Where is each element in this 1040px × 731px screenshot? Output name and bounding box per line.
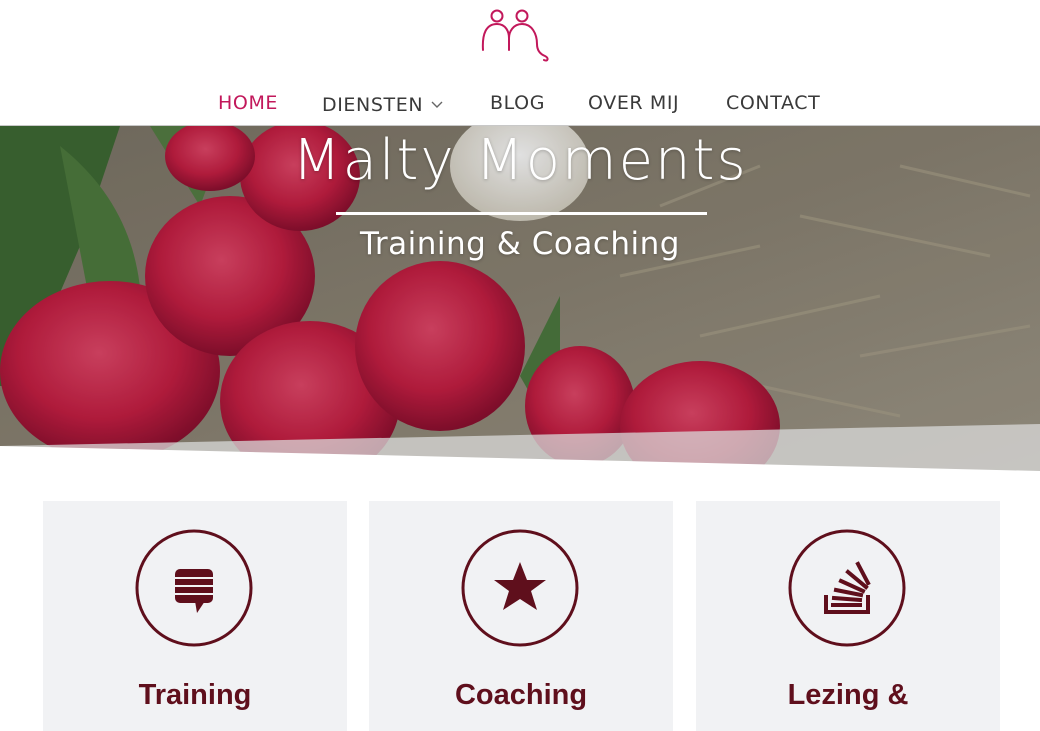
card-title-training: Training: [138, 679, 252, 711]
nav-blog-label: BLOG: [490, 92, 546, 114]
hero-subtitle: Training & Coaching: [360, 226, 680, 262]
service-card-training[interactable]: Training: [43, 501, 347, 731]
speech-bubble-icon: [135, 529, 253, 647]
card-title-coaching: Coaching: [454, 679, 588, 711]
site-header: HOME DIENSTEN BLOG OVER MIJ CONTACT: [0, 0, 1040, 126]
hero-title: Malty Moments: [292, 128, 748, 193]
logo-icon[interactable]: [478, 4, 552, 64]
nav-diensten[interactable]: DIENSTEN: [322, 88, 443, 120]
nav-over-mij[interactable]: OVER MIJ: [588, 88, 679, 118]
star-icon: [461, 529, 579, 647]
nav-over-mij-label: OVER MIJ: [588, 92, 680, 114]
service-card-coaching[interactable]: Coaching: [369, 501, 673, 731]
main-nav: HOME DIENSTEN BLOG OVER MIJ CONTACT: [0, 88, 1040, 118]
stack-overflow-icon: [788, 529, 906, 647]
nav-diensten-label: DIENSTEN: [322, 94, 424, 116]
card-title-lezing: Lezing &: [787, 679, 909, 711]
nav-home-label: HOME: [218, 92, 279, 114]
nav-home[interactable]: HOME: [218, 88, 278, 118]
hero-banner: Malty Moments Training & Coaching: [0, 126, 1040, 476]
nav-contact[interactable]: CONTACT: [726, 88, 820, 118]
chevron-down-icon: [431, 88, 443, 118]
hero-divider: [336, 212, 707, 215]
nav-contact-label: CONTACT: [726, 92, 821, 114]
nav-blog[interactable]: BLOG: [490, 88, 545, 118]
service-card-lezing[interactable]: Lezing &: [696, 501, 1000, 731]
